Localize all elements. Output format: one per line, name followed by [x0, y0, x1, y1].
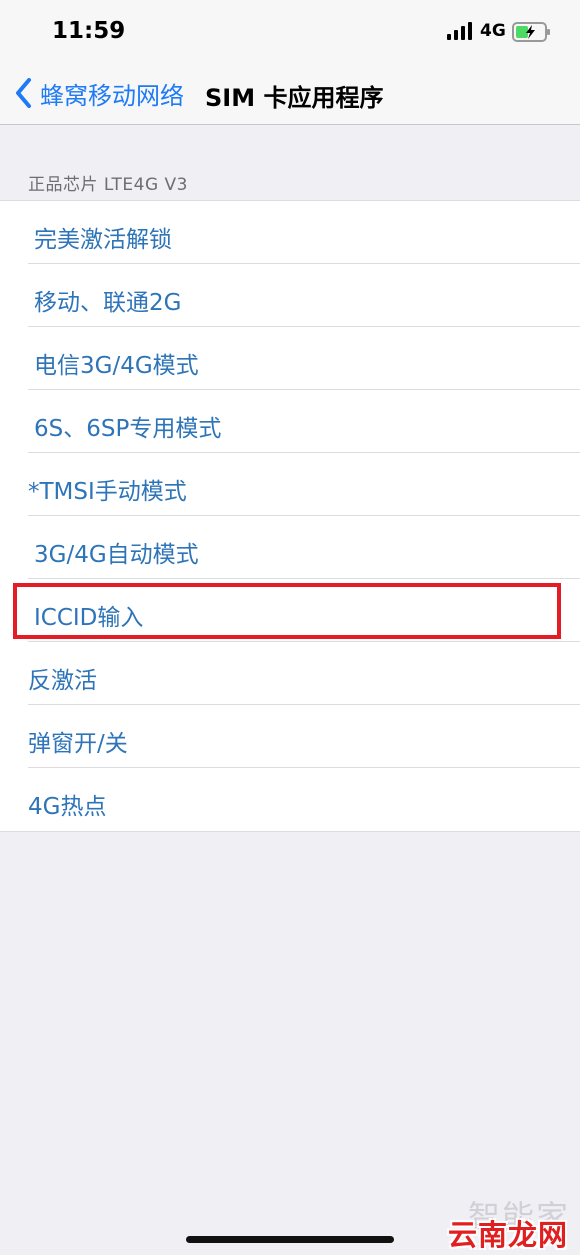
back-button-label: 蜂窝移动网络	[40, 81, 184, 110]
list-item-perfect-activation-unlock[interactable]: 完美激活解锁	[0, 201, 580, 264]
list-item-label: 弹窗开/关	[28, 731, 128, 757]
page-title: SIM 卡应用程序	[205, 84, 384, 112]
highlight-box	[13, 583, 561, 639]
sim-app-menu-list: 完美激活解锁 移动、联通2G 电信3G/4G模式 6S、6SP专用模式 *TMS…	[0, 200, 580, 832]
list-item-3g4g-auto-mode[interactable]: 3G/4G自动模式	[0, 516, 580, 579]
list-item-6s-6sp-mode[interactable]: 6S、6SP专用模式	[0, 390, 580, 453]
signal-icon	[447, 22, 472, 40]
back-button[interactable]: 蜂窝移动网络	[14, 75, 184, 111]
status-time: 11:59	[52, 18, 126, 44]
battery-charging-icon	[512, 22, 550, 42]
list-item-label: 完美激活解锁	[34, 227, 172, 253]
network-type-label: 4G	[480, 21, 506, 41]
list-item-label: *TMSI手动模式	[28, 479, 187, 505]
section-header: 正品芯片 LTE4G V3	[28, 175, 188, 195]
chevron-left-icon	[16, 78, 31, 108]
list-item-label: 3G/4G自动模式	[34, 542, 199, 568]
status-bar: 11:59 4G	[0, 0, 580, 62]
watermark-bottom: 云南龙网	[448, 1218, 569, 1252]
list-item-label: 反激活	[28, 668, 97, 694]
list-item-label: 4G热点	[28, 794, 107, 820]
list-item-label: 6S、6SP专用模式	[34, 416, 222, 442]
list-item-label: 电信3G/4G模式	[34, 353, 199, 379]
list-item-4g-hotspot[interactable]: 4G热点	[0, 768, 580, 831]
navigation-bar: 蜂窝移动网络 SIM 卡应用程序	[0, 62, 580, 125]
list-item-telecom-3g4g-mode[interactable]: 电信3G/4G模式	[0, 327, 580, 390]
home-indicator[interactable]	[186, 1236, 394, 1243]
list-item-label: 移动、联通2G	[34, 290, 182, 316]
list-item-popup-toggle[interactable]: 弹窗开/关	[0, 705, 580, 768]
list-item-mobile-unicom-2g[interactable]: 移动、联通2G	[0, 264, 580, 327]
list-item-deactivate[interactable]: 反激活	[0, 642, 580, 705]
list-item-tmsi-manual-mode[interactable]: *TMSI手动模式	[0, 453, 580, 516]
